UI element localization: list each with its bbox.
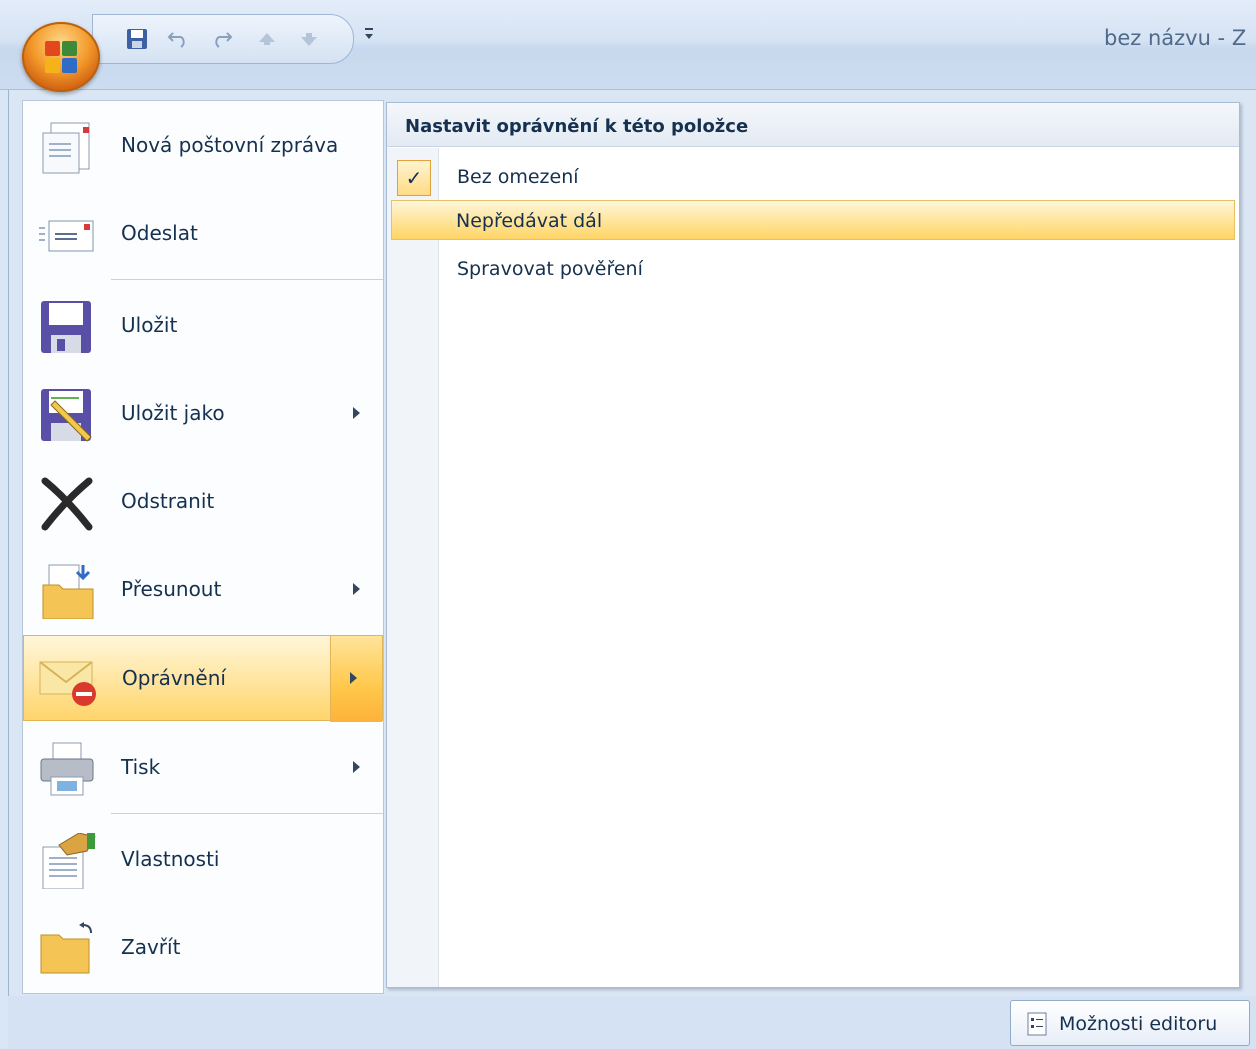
- close-folder-icon: [37, 921, 97, 977]
- menu-item-save-as[interactable]: Uložit jako: [23, 371, 383, 459]
- window-title: bez názvu - Z: [1104, 26, 1247, 50]
- menu-item-save[interactable]: Uložit: [23, 283, 383, 371]
- menu-item-delete[interactable]: Odstranit: [23, 459, 383, 547]
- submenu-arrow-icon: [353, 407, 360, 419]
- office-button[interactable]: [22, 22, 100, 92]
- menu-item-label: Oprávnění: [122, 666, 226, 690]
- quick-access-toolbar: [92, 14, 354, 64]
- submenu-arrow-icon: [353, 583, 360, 595]
- permission-icon: [38, 652, 98, 708]
- save-icon: [37, 299, 97, 355]
- permission-submenu: Nastavit oprávnění k této položce ✓ Bez …: [386, 102, 1240, 988]
- title-bar: bez názvu - Z: [0, 0, 1256, 90]
- menu-item-label: Vlastnosti: [121, 847, 220, 871]
- divider: [111, 279, 383, 280]
- submenu-title: Nastavit oprávnění k této položce: [405, 116, 749, 137]
- menu-item-label: Uložit: [121, 313, 178, 337]
- menu-item-permission[interactable]: Oprávnění: [23, 635, 383, 722]
- menu-item-label: Odeslat: [121, 221, 198, 245]
- save-icon[interactable]: [123, 25, 151, 53]
- submenu-item-label: Bez omezení: [457, 166, 579, 188]
- editor-options-label: Možnosti editoru: [1059, 1013, 1218, 1035]
- send-icon: [37, 207, 97, 263]
- menu-item-print[interactable]: Tisk: [23, 725, 383, 813]
- menu-item-label: Odstranit: [121, 489, 215, 513]
- up-arrow-icon[interactable]: [253, 25, 281, 53]
- divider: [111, 813, 383, 814]
- menu-item-label: Nová poštovní zpráva: [121, 133, 339, 157]
- left-menu-pane: Nová poštovní zpráva Odeslat Uložit Ulož…: [22, 100, 384, 994]
- office-logo-icon: [45, 41, 77, 73]
- delete-icon: [37, 475, 97, 531]
- print-icon: [37, 741, 97, 797]
- submenu-arrow-icon: [350, 672, 357, 684]
- properties-icon: [37, 832, 97, 890]
- customize-icon[interactable]: [362, 24, 380, 44]
- menu-item-label: Přesunout: [121, 577, 222, 601]
- undo-icon[interactable]: [165, 25, 193, 53]
- save-as-icon: [37, 387, 97, 443]
- submenu-item-label: Nepředávat dál: [456, 210, 603, 232]
- down-arrow-icon[interactable]: [295, 25, 323, 53]
- menu-item-move[interactable]: Přesunout: [23, 547, 383, 635]
- submenu-item-label: Spravovat pověření: [457, 258, 643, 280]
- redo-icon[interactable]: [207, 25, 235, 53]
- submenu-item-unrestricted[interactable]: Bez omezení: [387, 155, 1239, 199]
- menu-item-send[interactable]: Odeslat: [23, 191, 383, 279]
- options-icon: [1027, 1012, 1047, 1036]
- menu-item-new-mail[interactable]: Nová poštovní zpráva: [23, 103, 383, 191]
- menu-item-label: Uložit jako: [121, 401, 225, 425]
- submenu-header: Nastavit oprávnění k této položce: [387, 103, 1239, 147]
- new-mail-icon: [37, 119, 97, 175]
- move-icon: [37, 563, 97, 620]
- menu-item-label: Zavřít: [121, 935, 181, 959]
- submenu-item-manage-credentials[interactable]: Spravovat pověření: [387, 247, 1239, 291]
- editor-options-button[interactable]: Možnosti editoru: [1010, 1000, 1250, 1046]
- submenu-item-do-not-forward[interactable]: Nepředávat dál: [391, 200, 1235, 240]
- menu-item-label: Tisk: [121, 755, 161, 779]
- menu-item-properties[interactable]: Vlastnosti: [23, 817, 383, 905]
- menu-item-close[interactable]: Zavřít: [23, 905, 383, 993]
- submenu-arrow-icon: [353, 761, 360, 773]
